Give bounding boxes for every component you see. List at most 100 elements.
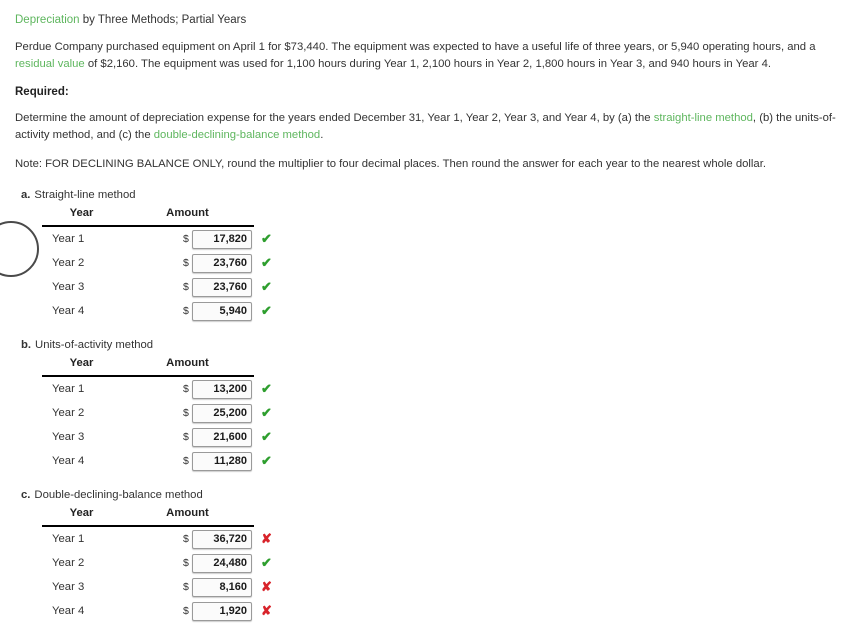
wrong-icon: ✘ [261,603,272,618]
problem-page: Depreciation by Three Methods; Partial Y… [0,0,852,621]
amount-input[interactable]: 25,200 [192,403,252,423]
section-letter-b: b. [21,338,32,351]
column-header-year: Year [42,506,121,527]
row-year-label: Year 1 [52,383,85,395]
instructions-part1: Determine the amount of depreciation exp… [15,112,654,124]
column-header-amount: Amount [121,206,254,227]
currency-symbol: $ [183,406,189,419]
row-year-label: Year 4 [52,455,85,467]
correct-icon: ✔ [261,453,272,468]
correct-icon: ✔ [261,405,272,420]
row-amount-cell: $ 5,940 [121,299,254,323]
row-amount-cell: $ 36,720 [121,526,254,551]
section-label-c: c. Double-declining-balance method [21,489,844,501]
amount-input[interactable]: 23,760 [192,277,252,297]
table-row: Year 3 $ 21,600 ✔ [42,425,280,449]
currency-symbol: $ [183,232,189,245]
page-title: Depreciation by Three Methods; Partial Y… [15,13,844,27]
column-header-status [254,507,280,526]
row-amount-cell: $ 21,600 [121,425,254,449]
problem-statement-part1: Perdue Company purchased equipment on Ap… [15,41,816,53]
amount-input[interactable]: 8,160 [192,577,252,597]
section-title-a: Straight-line method [34,188,136,201]
correct-icon: ✔ [261,255,272,270]
table-header-row: Year Amount [42,506,280,527]
currency-symbol: $ [183,604,189,617]
correct-icon: ✔ [261,230,272,246]
column-header-status [254,357,280,376]
table-row: Year 1 $ 13,200 ✔ [42,376,280,401]
row-status-cell: ✔ [254,551,280,575]
column-header-amount: Amount [121,506,254,527]
amount-input[interactable]: 5,940 [192,301,252,321]
row-amount-cell: $ 23,760 [121,251,254,275]
rounding-note: Note: FOR DECLINING BALANCE ONLY, round … [15,158,766,170]
amount-table-units-of-activity: Year Amount Year 1 $ 13,200 ✔ Year 2 $ 2… [42,356,280,473]
row-status-cell: ✔ [254,299,280,323]
row-amount-cell: $ 23,760 [121,275,254,299]
currency-symbol: $ [183,256,189,269]
amount-input[interactable]: 1,920 [192,601,252,621]
row-year-label: Year 4 [52,605,85,617]
straight-line-method-link[interactable]: straight-line method [654,112,753,124]
row-year-label: Year 2 [52,257,85,269]
currency-symbol: $ [183,382,189,395]
currency-symbol: $ [183,304,189,317]
instructions: Determine the amount of depreciation exp… [15,110,844,143]
double-declining-balance-method-link[interactable]: double-declining-balance method [154,129,320,141]
column-header-year: Year [42,206,121,227]
table-row: Year 4 $ 11,280 ✔ [42,449,280,473]
row-status-cell: ✘ [254,575,280,599]
table-row: Year 3 $ 23,760 ✔ [42,275,280,299]
currency-symbol: $ [183,556,189,569]
correct-icon: ✔ [261,555,272,570]
amount-table-straight-line: Year Amount Year 1 $ 17,820 ✔ Year 2 $ 2… [42,206,280,323]
correct-icon: ✔ [261,429,272,444]
cropped-circle-artifact [0,221,39,277]
residual-value-link[interactable]: residual value [15,58,85,70]
row-amount-cell: $ 11,280 [121,449,254,473]
required-heading: Required: [15,86,69,98]
table-row: Year 1 $ 36,720 ✘ [42,526,280,551]
correct-icon: ✔ [261,380,272,396]
amount-input[interactable]: 23,760 [192,253,252,273]
correct-icon: ✔ [261,303,272,318]
table-header-row: Year Amount [42,206,280,227]
row-year-label: Year 2 [52,407,85,419]
row-amount-cell: $ 1,920 [121,599,254,623]
section-label-b: b. Units-of-activity method [21,339,844,351]
page-title-rest: by Three Methods; Partial Years [79,14,247,26]
instructions-part3: . [320,128,324,141]
amount-table-double-declining-balance: Year Amount Year 1 $ 36,720 ✘ Year 2 $ 2… [42,506,280,623]
page-title-link[interactable]: Depreciation [15,14,80,26]
section-letter-c: c. [21,488,31,501]
wrong-icon: ✘ [261,530,272,546]
row-amount-cell: $ 17,820 [121,226,254,251]
row-status-cell: ✘ [254,526,280,551]
amount-input[interactable]: 17,820 [192,229,252,249]
table-row: Year 2 $ 24,480 ✔ [42,551,280,575]
row-year-label: Year 3 [52,431,85,443]
section-label-a: a. Straight-line method [21,189,844,201]
problem-statement: Perdue Company purchased equipment on Ap… [15,39,844,72]
row-year-label: Year 3 [52,281,85,293]
row-status-cell: ✔ [254,449,280,473]
section-title-c: Double-declining-balance method [34,488,203,501]
amount-input[interactable]: 21,600 [192,427,252,447]
row-status-cell: ✔ [254,425,280,449]
row-amount-cell: $ 24,480 [121,551,254,575]
amount-input[interactable]: 36,720 [192,529,252,549]
amount-input[interactable]: 24,480 [192,553,252,573]
amount-input[interactable]: 11,280 [192,451,252,471]
row-amount-cell: $ 8,160 [121,575,254,599]
table-row: Year 4 $ 5,940 ✔ [42,299,280,323]
amount-input[interactable]: 13,200 [192,379,252,399]
wrong-icon: ✘ [261,579,272,594]
row-status-cell: ✔ [254,376,280,401]
row-year-label: Year 4 [52,305,85,317]
column-header-status [254,207,280,226]
column-header-year: Year [42,356,121,377]
currency-symbol: $ [183,430,189,443]
currency-symbol: $ [183,580,189,593]
row-status-cell: ✘ [254,599,280,623]
